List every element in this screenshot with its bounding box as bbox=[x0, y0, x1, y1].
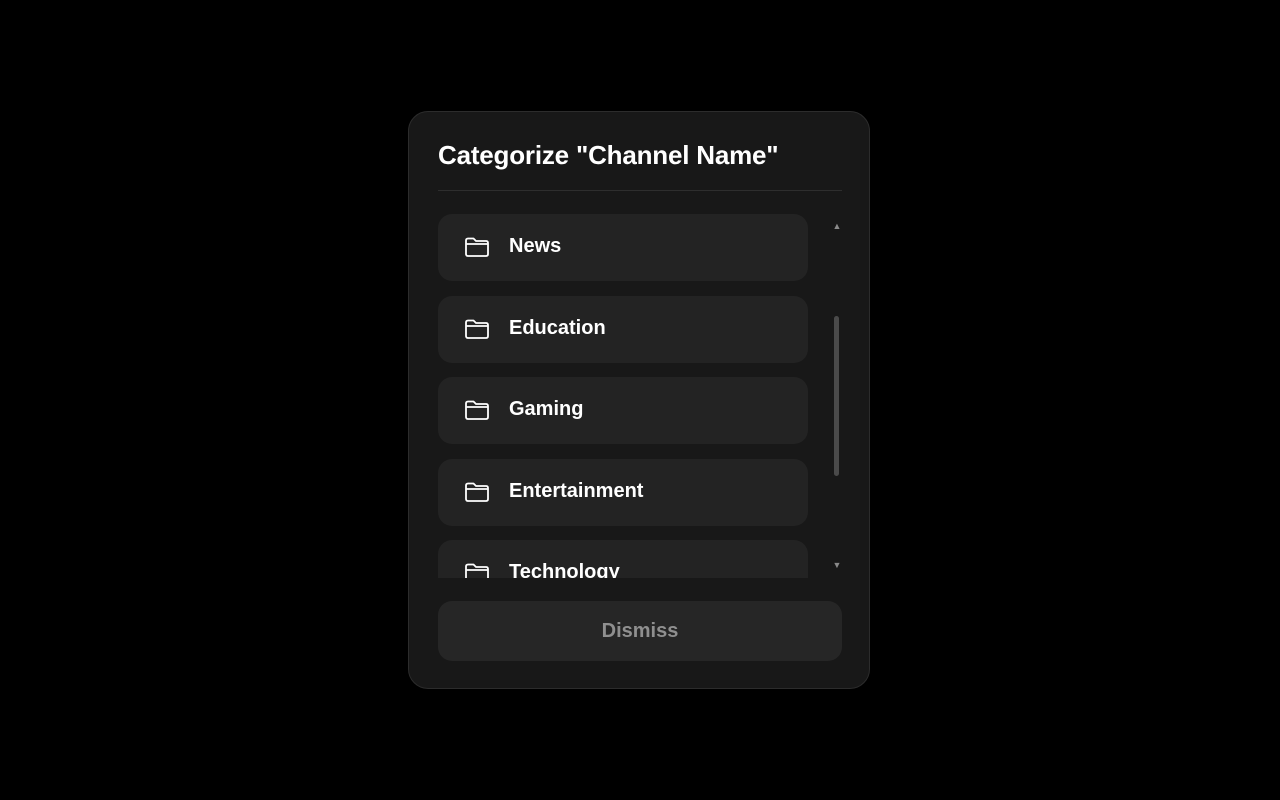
folder-icon bbox=[464, 236, 490, 258]
category-item-news[interactable]: News bbox=[438, 214, 808, 281]
scrollbar-thumb[interactable] bbox=[834, 316, 839, 476]
category-label: Technology bbox=[509, 561, 620, 578]
category-label: Entertainment bbox=[509, 480, 644, 502]
scroll-up-arrow-icon[interactable]: ▲ bbox=[832, 221, 842, 231]
category-list[interactable]: News Education Gaming Entertainment Tech… bbox=[438, 214, 810, 578]
dismiss-button[interactable]: Dismiss bbox=[438, 601, 842, 661]
folder-icon bbox=[464, 562, 490, 578]
dialog-title: Categorize "Channel Name" bbox=[438, 140, 779, 170]
title-divider bbox=[438, 190, 842, 191]
folder-icon bbox=[464, 399, 490, 421]
category-item-technology[interactable]: Technology bbox=[438, 540, 808, 578]
folder-icon bbox=[464, 318, 490, 340]
category-item-entertainment[interactable]: Entertainment bbox=[438, 459, 808, 526]
category-label: News bbox=[509, 235, 562, 257]
category-label: Gaming bbox=[509, 398, 584, 420]
scroll-down-arrow-icon[interactable]: ▼ bbox=[832, 560, 842, 570]
categorize-dialog: Categorize "Channel Name" News Education bbox=[408, 111, 870, 689]
category-item-gaming[interactable]: Gaming bbox=[438, 377, 808, 444]
category-item-education[interactable]: Education bbox=[438, 296, 808, 363]
category-label: Education bbox=[509, 317, 606, 339]
folder-icon bbox=[464, 481, 490, 503]
